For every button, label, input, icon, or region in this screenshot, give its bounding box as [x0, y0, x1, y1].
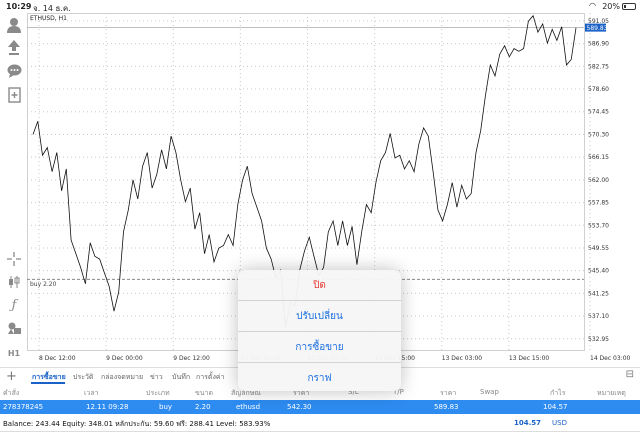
- y-tick-label: 541.25: [588, 290, 609, 297]
- y-tick-label: 532.95: [588, 336, 609, 343]
- tab-settings[interactable]: การตั้งค่า: [196, 372, 225, 383]
- y-tick-label: 566.15: [588, 154, 609, 161]
- header-profit: กำไร: [550, 389, 566, 397]
- tab-news[interactable]: ข่าว: [150, 372, 163, 383]
- status-time: 10:29: [6, 2, 32, 11]
- cell-size: 2.20: [195, 403, 211, 411]
- table-row[interactable]: 278378245 12.11 09:28 buy 2.20 ethusd 54…: [0, 400, 640, 414]
- add-icon[interactable]: +: [6, 369, 17, 384]
- trade-button[interactable]: การซื้อขาย: [238, 332, 401, 362]
- chat-icon[interactable]: [4, 61, 24, 81]
- header-order: คำสั่ง: [3, 389, 20, 397]
- account-summary-text: Balance: 243.44 Equity: 348.01 หลักประกั…: [3, 420, 271, 428]
- one-click-trade-icon[interactable]: [4, 38, 24, 58]
- account-currency: USD: [552, 419, 567, 427]
- header-current-price: ราคา: [440, 389, 457, 397]
- indicators-icon[interactable]: ƒ: [4, 295, 24, 315]
- x-tick-label: 13 Dec 03:00: [442, 355, 483, 362]
- status-bar: 10:29 จ. 14 ธ.ค. ◠ 20%: [0, 0, 640, 13]
- wifi-icon: ◠: [589, 1, 596, 10]
- y-tick-label: 582.75: [588, 63, 609, 70]
- x-tick-label: 14 Dec 03:00: [590, 355, 631, 362]
- header-time: เวลา: [84, 389, 99, 397]
- x-tick-label: 8 Dec 12:00: [39, 355, 76, 362]
- cell-type: buy: [159, 403, 173, 411]
- buy-line-label: buy 2.20: [30, 281, 57, 288]
- left-toolbar: ƒ H1: [0, 13, 27, 365]
- tab-history[interactable]: ประวัติ: [73, 372, 93, 383]
- chart-title: ETHUSD, H1: [30, 15, 67, 22]
- y-tick-label: 545.40: [588, 268, 609, 275]
- position-action-menu: ปิด ปรับเปลี่ยน การซื้อขาย กราฟ: [238, 270, 401, 391]
- y-tick-label: 574.45: [588, 109, 609, 116]
- chart-type-icon[interactable]: [4, 272, 24, 292]
- trading-app-screen: 10:29 จ. 14 ธ.ค. ◠ 20% ƒ H1 591.05 586.9…: [0, 0, 640, 447]
- layout-menu-icon[interactable]: ⊟: [626, 369, 634, 380]
- add-chart-icon[interactable]: [4, 85, 24, 105]
- tab-journal[interactable]: บันทึก: [172, 372, 190, 383]
- objects-icon[interactable]: [4, 318, 24, 338]
- cell-open-price: 542.30: [287, 403, 312, 411]
- header-swap: Swap: [480, 388, 499, 396]
- cell-ticket: 278378245: [3, 403, 44, 411]
- x-tick-label: 9 Dec 00:00: [106, 355, 143, 362]
- crosshair-icon[interactable]: [4, 249, 24, 269]
- y-tick-label: 570.30: [588, 131, 609, 138]
- y-tick-label: 549.55: [588, 245, 609, 252]
- modify-position-button[interactable]: ปรับเปลี่ยน: [238, 301, 401, 331]
- x-tick-label: 13 Dec 15:00: [509, 355, 550, 362]
- y-tick-label: 562.00: [588, 177, 609, 184]
- battery-percent: 20%: [602, 2, 620, 11]
- y-tick-label: 537.10: [588, 313, 609, 320]
- tab-mailbox[interactable]: กล่องจดหมาย: [101, 372, 143, 383]
- header-type: ประเภท: [146, 389, 170, 397]
- y-tick-label: 578.60: [588, 86, 609, 93]
- x-tick-label: 9 Dec 12:00: [173, 355, 210, 362]
- y-tick-label: 586.90: [588, 41, 609, 48]
- header-size: ขนาด: [195, 389, 214, 397]
- divider: [0, 431, 640, 432]
- cell-symbol: ethusd: [236, 403, 261, 411]
- total-profit: 104.57: [514, 419, 542, 427]
- close-position-button[interactable]: ปิด: [238, 270, 401, 300]
- cell-current-price: 589.83: [434, 403, 459, 411]
- y-tick-label: 553.70: [588, 222, 609, 229]
- y-tick-label: 557.85: [588, 200, 609, 207]
- account-icon[interactable]: [4, 15, 24, 35]
- timeframe-button[interactable]: H1: [4, 343, 24, 363]
- cell-profit: 104.57: [543, 403, 568, 411]
- current-price-tag-label: 589.83: [587, 25, 608, 32]
- cell-time: 12.11 09:28: [86, 403, 129, 411]
- account-summary: Balance: 243.44 Equity: 348.01 หลักประกั…: [0, 416, 640, 431]
- chart-button[interactable]: กราฟ: [238, 363, 401, 391]
- battery-icon: [622, 3, 636, 10]
- header-comment: หมายเหตุ: [597, 389, 626, 397]
